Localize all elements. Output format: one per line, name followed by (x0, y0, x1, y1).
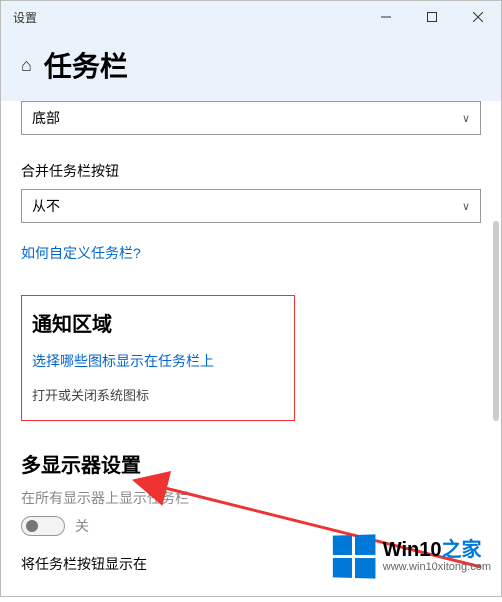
windows-logo-icon (333, 534, 376, 578)
multi-display-title: 多显示器设置 (21, 449, 481, 478)
minimize-button[interactable] (363, 1, 409, 33)
content-area: 底部 ∨ 合并任务栏按钮 从不 ∨ 如何自定义任务栏? 通知区域 选择哪些图标显… (1, 101, 501, 602)
watermark: Win10之家 www.win10xitong.com (332, 535, 491, 578)
taskbar-position-value: 底部 (32, 108, 60, 128)
toggle-state-label: 关 (75, 516, 89, 536)
taskbar-position-dropdown[interactable]: 底部 ∨ (21, 101, 481, 135)
maximize-icon (427, 12, 437, 22)
page-title: 任务栏 (44, 45, 128, 85)
system-icons-link[interactable]: 打开或关闭系统图标 (32, 385, 284, 404)
combine-buttons-value: 从不 (32, 196, 60, 216)
close-icon (473, 12, 483, 22)
show-on-all-toggle[interactable] (21, 516, 65, 536)
notification-area-section: 通知区域 选择哪些图标显示在任务栏上 打开或关闭系统图标 (21, 295, 295, 421)
minimize-icon (381, 12, 391, 22)
notification-area-title: 通知区域 (32, 308, 284, 337)
watermark-text: Win10之家 www.win10xitong.com (383, 539, 491, 573)
combine-buttons-dropdown[interactable]: 从不 ∨ (21, 189, 481, 223)
page-header: ⌂ 任务栏 (1, 33, 501, 101)
titlebar: 设置 (1, 1, 501, 33)
scrollbar-thumb[interactable] (493, 221, 499, 421)
combine-buttons-label: 合并任务栏按钮 (21, 161, 481, 181)
maximize-button[interactable] (409, 1, 455, 33)
window-title: 设置 (1, 9, 37, 26)
home-icon[interactable]: ⌂ (21, 55, 32, 76)
window-controls (363, 1, 501, 33)
chevron-down-icon: ∨ (462, 200, 470, 213)
show-on-all-toggle-row: 关 (21, 516, 481, 536)
show-on-all-label: 在所有显示器上显示任务栏 (21, 488, 481, 508)
close-button[interactable] (455, 1, 501, 33)
customize-taskbar-link[interactable]: 如何自定义任务栏? (21, 243, 141, 263)
chevron-down-icon: ∨ (462, 112, 470, 125)
select-icons-link[interactable]: 选择哪些图标显示在任务栏上 (32, 351, 284, 371)
